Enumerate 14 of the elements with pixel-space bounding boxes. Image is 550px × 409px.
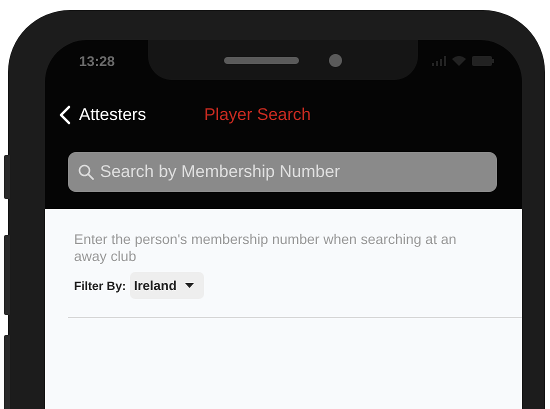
speaker-icon [224, 56, 299, 64]
caret-icon [184, 283, 194, 288]
wifi-icon [452, 56, 466, 66]
battery-icon [472, 56, 494, 66]
camera-icon [329, 54, 342, 66]
filter-label: Filter By: [74, 278, 126, 292]
back-button[interactable]: Attesters [59, 105, 146, 125]
signal-icon [432, 56, 446, 66]
hint-text: Enter the person's membership number when searching at an away club [74, 231, 458, 265]
status-time: 13:28 [79, 53, 115, 69]
country-dropdown[interactable]: Ireland [130, 272, 204, 299]
chevron-left-icon [59, 105, 71, 125]
screen-title: Player Search [204, 105, 311, 125]
search-field[interactable]: Search by Membership Number [68, 152, 497, 192]
